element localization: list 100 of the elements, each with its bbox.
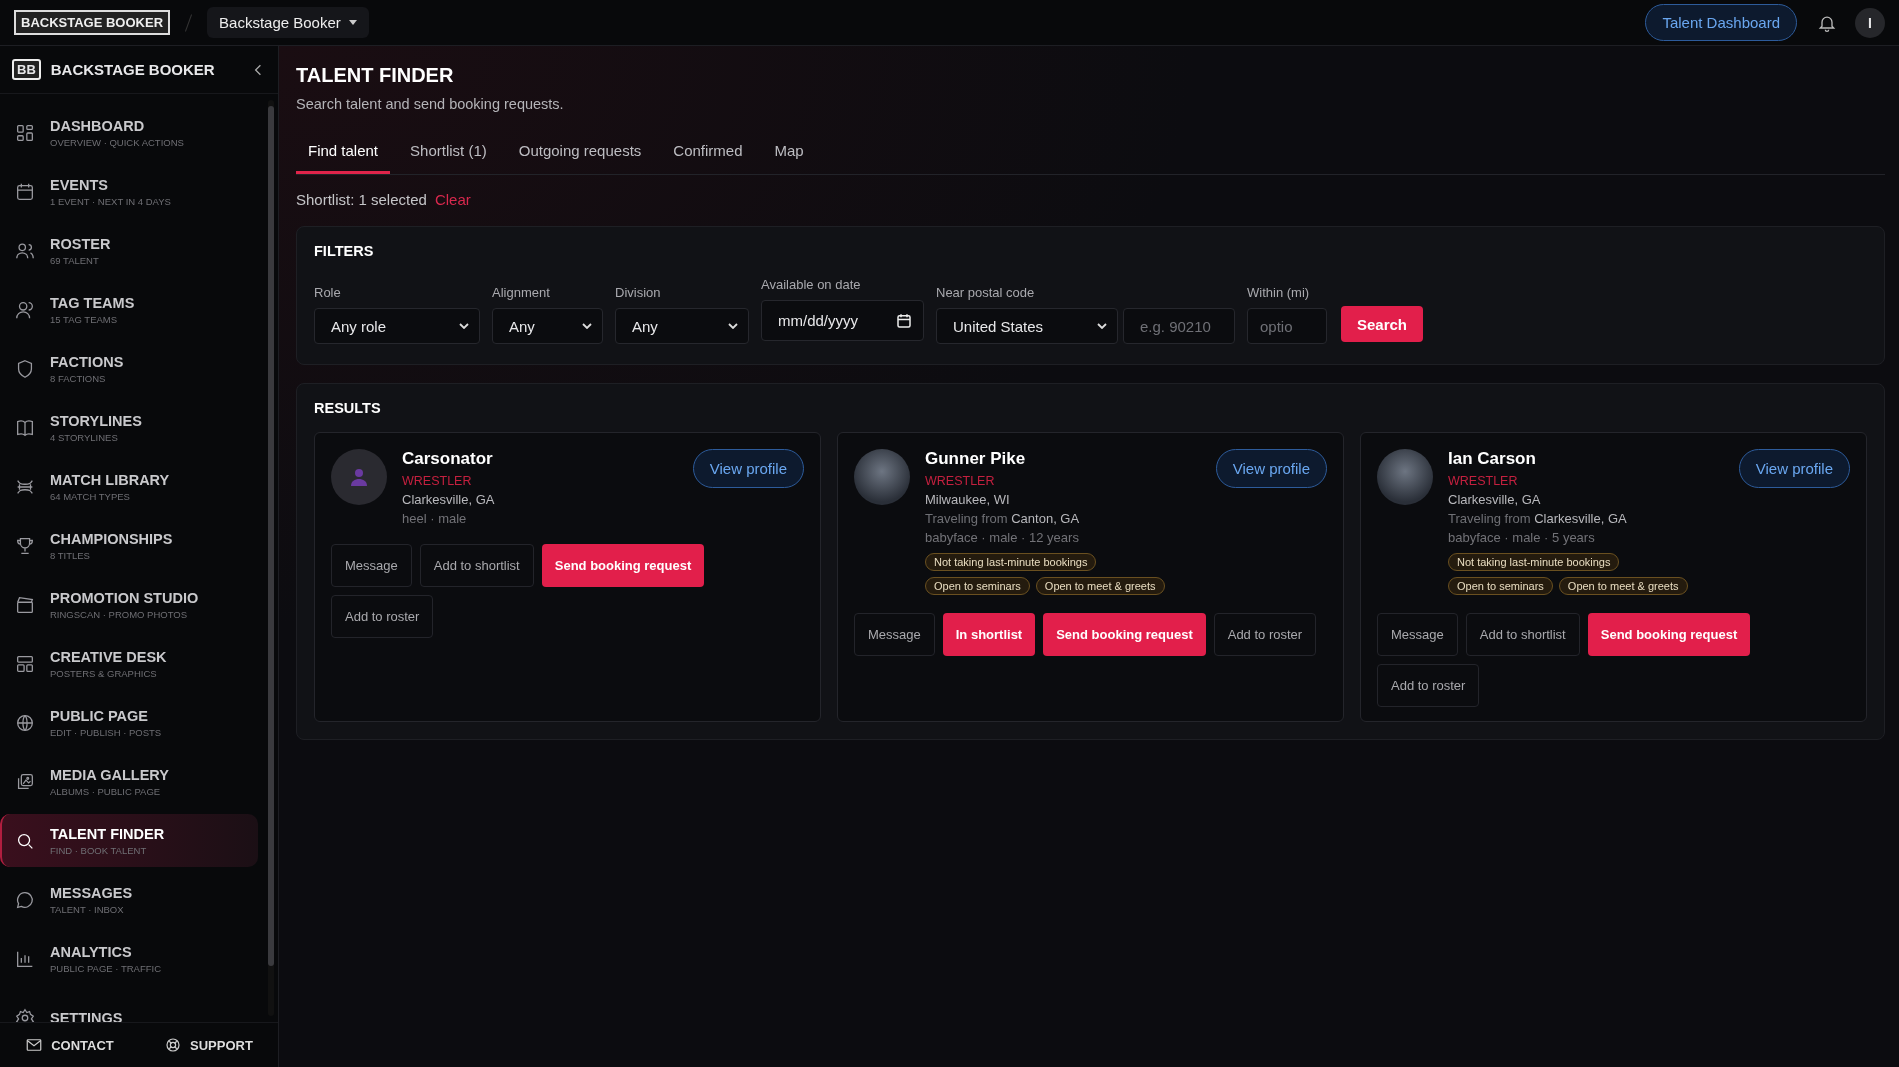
- nav-item-title: FACTIONS: [50, 353, 124, 370]
- select-field[interactable]: Any: [492, 308, 603, 344]
- nav-item-subtitle: TALENT · INBOX: [50, 903, 125, 915]
- talent-location: Clarkesville, GA: [402, 492, 496, 507]
- brand-badge: BB: [12, 59, 41, 80]
- lifebuoy-icon: [164, 1036, 182, 1054]
- nav-item[interactable]: PROMOTION STUDIO RINGSCAN · PROMO PHOTOS: [0, 578, 258, 631]
- select-field[interactable]: Any: [615, 308, 749, 344]
- talent-name: Carsonator: [402, 449, 494, 469]
- nav-item-subtitle: 69 TALENT: [50, 254, 100, 266]
- action-button[interactable]: Add to shortlist: [1465, 613, 1580, 656]
- talent-role: WRESTLER: [925, 474, 996, 488]
- nav-item-subtitle: 8 FACTIONS: [50, 372, 107, 384]
- tag: Open to seminars: [1448, 577, 1553, 595]
- nav-item[interactable]: TAG TEAMS 15 TAG TEAMS: [0, 283, 258, 336]
- nav-item-title: CREATIVE DESK: [50, 648, 167, 665]
- action-button[interactable]: In shortlist: [942, 613, 1036, 656]
- chevron-down-icon: [1097, 323, 1107, 329]
- footer-link[interactable]: CONTACT: [19, 1035, 120, 1055]
- mail-icon: [25, 1036, 44, 1054]
- section-title: RESULTS: [314, 400, 382, 416]
- action-button[interactable]: Send booking request: [1043, 613, 1206, 656]
- view-profile-button[interactable]: View profile: [1215, 449, 1327, 488]
- filter-label: Alignment: [492, 285, 551, 300]
- nav-item[interactable]: CHAMPIONSHIPS 8 TITLES: [0, 519, 258, 572]
- tab[interactable]: Outgoing requests: [506, 132, 654, 174]
- app-logo[interactable]: BACKSTAGE BOOKER: [14, 10, 171, 35]
- action-button[interactable]: Send booking request: [541, 544, 705, 587]
- tab[interactable]: Find talent: [296, 132, 391, 174]
- nav-item[interactable]: PUBLIC PAGE EDIT · PUBLISH · POSTS: [0, 696, 258, 749]
- nav-item[interactable]: MESSAGES TALENT · INBOX: [0, 873, 258, 926]
- nav-item-subtitle: FIND · BOOK TALENT: [50, 844, 148, 856]
- action-button[interactable]: Message: [1377, 613, 1458, 656]
- talent-location: Clarkesville, GA: [1448, 492, 1542, 507]
- nav-item-title: TAG TEAMS: [50, 294, 135, 311]
- filter-label: Division: [615, 285, 662, 300]
- brand-name: BACKSTAGE BOOKER: [50, 61, 216, 78]
- shortlist-summary: Shortlist: 1 selected: [296, 191, 427, 208]
- tab[interactable]: Confirmed: [661, 132, 755, 174]
- user-avatar[interactable]: I: [1855, 7, 1885, 38]
- action-button[interactable]: Message: [854, 613, 935, 656]
- nav-item[interactable]: FACTIONS 8 FACTIONS: [0, 342, 258, 395]
- talent-location: Milwaukee, WI: [925, 492, 1011, 507]
- tab[interactable]: Shortlist (1): [398, 132, 499, 174]
- action-button[interactable]: Add to roster: [1213, 613, 1317, 656]
- view-profile-button[interactable]: View profile: [692, 449, 804, 488]
- date-field[interactable]: mm/dd/yyyy: [761, 300, 924, 341]
- select-field[interactable]: United States: [936, 308, 1118, 344]
- action-button[interactable]: Message: [331, 544, 412, 587]
- tag: Not taking last-minute bookings: [1448, 553, 1620, 571]
- nav-item[interactable]: TALENT FINDER FIND · BOOK TALENT: [0, 814, 258, 867]
- nav-item-title: MEDIA GALLERY: [50, 766, 169, 783]
- nav-item-subtitle: PUBLIC PAGE · TRAFFIC: [50, 962, 162, 974]
- nav-item[interactable]: STORYLINES 4 STORYLINES: [0, 401, 258, 454]
- section-title: FILTERS: [314, 243, 375, 259]
- footer-link[interactable]: SUPPORT: [158, 1035, 259, 1055]
- select-field[interactable]: Any role: [314, 308, 480, 344]
- nav-item[interactable]: ROSTER 69 TALENT: [0, 224, 258, 277]
- nav-item-subtitle: 1 EVENT · NEXT IN 4 DAYS: [50, 195, 171, 207]
- search-button[interactable]: Search: [1341, 306, 1424, 342]
- nav-item-title: MESSAGES: [50, 884, 133, 901]
- action-button[interactable]: Add to roster: [1377, 664, 1480, 707]
- nav-item[interactable]: ANALYTICS PUBLIC PAGE · TRAFFIC: [0, 932, 258, 985]
- action-button[interactable]: Add to roster: [331, 595, 434, 638]
- travel-origin: Traveling from Canton, GA: [925, 511, 1081, 526]
- view-profile-button[interactable]: View profile: [1738, 449, 1850, 488]
- nav-item-title: STORYLINES: [50, 412, 142, 429]
- nav-item[interactable]: CREATIVE DESK POSTERS & GRAPHICS: [0, 637, 258, 690]
- talent-dashboard-button[interactable]: Talent Dashboard: [1645, 4, 1797, 41]
- action-button[interactable]: Send booking request: [1587, 613, 1751, 656]
- clear-link[interactable]: Clear: [434, 191, 471, 208]
- talent-role: WRESTLER: [402, 474, 473, 488]
- chevron-down-icon: [728, 323, 738, 329]
- nav-item[interactable]: MATCH LIBRARY 64 MATCH TYPES: [0, 460, 258, 513]
- calendar-icon[interactable]: [895, 311, 913, 330]
- nav-item[interactable]: DASHBOARD OVERVIEW · QUICK ACTIONS: [0, 106, 258, 159]
- talent-name: Ian Carson: [1448, 449, 1537, 469]
- page-subtitle: Search talent and send booking requests.: [296, 96, 565, 112]
- action-button[interactable]: Add to shortlist: [419, 544, 534, 587]
- scrollbar[interactable]: [268, 100, 274, 1016]
- input-field[interactable]: e.g. 90210: [1123, 308, 1235, 344]
- nav-item-title: TALENT FINDER: [50, 825, 165, 842]
- collapse-chevron-icon[interactable]: [254, 63, 262, 76]
- tag: Open to meet & greets: [1035, 577, 1165, 595]
- photo-placeholder: [1377, 449, 1433, 505]
- nav-item-subtitle: ALBUMS · PUBLIC PAGE: [50, 785, 162, 797]
- photo-placeholder: [854, 449, 910, 505]
- talent-details: babyface · male · 12 years: [925, 530, 1080, 545]
- settings-icon: [14, 1006, 36, 1022]
- nav-item[interactable]: MEDIA GALLERY ALBUMS · PUBLIC PAGE: [0, 755, 258, 808]
- tab[interactable]: Map: [762, 132, 816, 174]
- input-field[interactable]: optio: [1247, 308, 1327, 344]
- nav-item[interactable]: SETTINGS: [0, 991, 258, 1022]
- nav-item[interactable]: EVENTS 1 EVENT · NEXT IN 4 DAYS: [0, 165, 258, 218]
- nav-item-title: CHAMPIONSHIPS: [50, 530, 173, 547]
- nav-item-title: EVENTS: [50, 176, 109, 193]
- nav-item-title: MATCH LIBRARY: [50, 471, 170, 488]
- workspace-dropdown[interactable]: Backstage Booker: [207, 7, 369, 38]
- nav-item-subtitle: 64 MATCH TYPES: [50, 490, 131, 502]
- filter-label: Role: [314, 285, 342, 300]
